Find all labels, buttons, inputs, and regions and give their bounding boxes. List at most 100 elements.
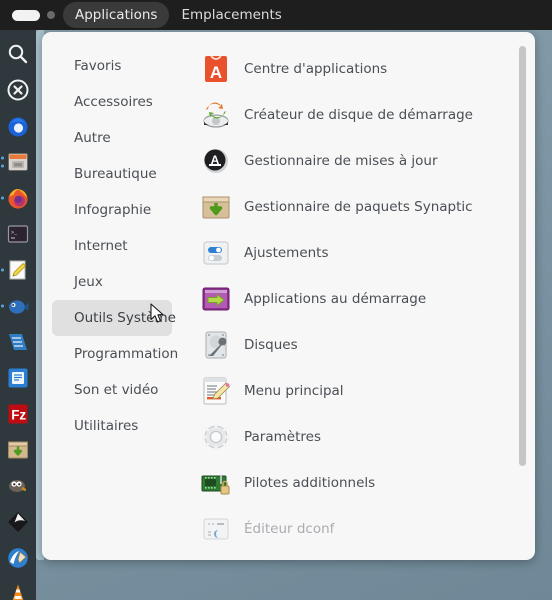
category-label: Favoris (74, 58, 122, 74)
category-autre[interactable]: Autre (52, 120, 172, 156)
menu-scrollbar-thumb[interactable] (519, 46, 526, 466)
app-item-pilotes-additionnels[interactable]: Pilotes additionnels (192, 460, 535, 506)
app-item-disques[interactable]: Disques (192, 322, 535, 368)
top-panel: Applications Emplacements (0, 0, 552, 30)
usb-creator-icon (203, 102, 229, 128)
filezilla-icon: Fz (8, 404, 28, 424)
svg-text:A: A (210, 63, 222, 82)
dock-item-filezilla[interactable]: Fz (0, 396, 36, 432)
disks-icon (205, 331, 227, 359)
app-label: Disques (244, 337, 298, 353)
window-pill-icon[interactable] (12, 9, 40, 21)
dock-item-files[interactable] (0, 144, 36, 180)
app-item-centre-applications[interactable]: A Centre d'applications (192, 46, 535, 92)
app-label: Menu principal (244, 383, 344, 399)
app-label: Éditeur dconf (244, 521, 335, 537)
dock-item-text-editor[interactable] (0, 252, 36, 288)
app-label: Pilotes additionnels (244, 475, 376, 491)
dock-item-terminal[interactable]: >_ (0, 216, 36, 252)
update-manager-icon: A (204, 149, 228, 173)
menu-card: Favoris Accessoires Autre Bureautique In… (42, 32, 535, 560)
app-item-synaptic[interactable]: Gestionnaire de paquets Synaptic (192, 184, 535, 230)
category-bureautique[interactable]: Bureautique (52, 156, 172, 192)
category-label: Bureautique (74, 166, 157, 182)
running-indicator-dot (1, 196, 4, 200)
mouse-cursor (150, 303, 164, 323)
dock-item-blue-document[interactable] (0, 324, 36, 360)
category-internet[interactable]: Internet (52, 228, 172, 264)
category-utilitaires[interactable]: Utilitaires (52, 408, 172, 444)
additional-drivers-icon (201, 475, 230, 495)
category-label: Jeux (74, 274, 103, 290)
category-label: Programmation (74, 346, 179, 362)
dock-item-close[interactable] (0, 72, 36, 108)
app-label: Paramètres (244, 429, 321, 445)
dock-item-writer[interactable] (0, 360, 36, 396)
dock-item-inkscape[interactable] (0, 504, 36, 540)
running-indicator-dot (1, 156, 4, 160)
gimp-icon (9, 480, 27, 492)
dock-item-fish-app[interactable] (0, 288, 36, 324)
category-programmation[interactable]: Programmation (52, 336, 178, 372)
category-jeux[interactable]: Jeux (52, 264, 172, 300)
panel-menu-applications[interactable]: Applications (63, 1, 170, 29)
dock-item-gimp[interactable] (0, 468, 36, 504)
window-dot-icon[interactable] (47, 11, 55, 19)
app-label: Gestionnaire de paquets Synaptic (244, 199, 473, 215)
dock-item-vlc[interactable] (0, 576, 36, 600)
dock-item-search[interactable] (0, 36, 36, 72)
dock-item-firefox[interactable] (0, 180, 36, 216)
category-label: Accessoires (74, 94, 153, 110)
category-label: Internet (74, 238, 128, 254)
app-item-menu-principal[interactable]: Menu principal (192, 368, 535, 414)
menu-category-list: Favoris Accessoires Autre Bureautique In… (42, 32, 184, 560)
writer-document-icon (8, 368, 28, 388)
app-label: Gestionnaire de mises à jour (244, 153, 438, 169)
app-item-editeur-dconf[interactable]: Éditeur dconf (192, 506, 535, 552)
app-item-createur-disque-demarrage[interactable]: Créateur de disque de démarrage (192, 92, 535, 138)
dconf-editor-icon (203, 518, 229, 540)
category-label: Son et vidéo (74, 382, 159, 398)
inkscape-icon (8, 512, 28, 532)
category-son-et-video[interactable]: Son et vidéo (52, 372, 172, 408)
text-editor-icon (9, 260, 27, 280)
blue-document-icon (9, 334, 27, 350)
app-item-parametres[interactable]: Paramètres (192, 414, 535, 460)
blue-sphere-icon (8, 117, 28, 137)
app-center-icon: A (205, 55, 227, 82)
svg-text:>_: >_ (11, 230, 18, 236)
dock-item-browser[interactable] (0, 108, 36, 144)
category-label: Autre (74, 130, 111, 146)
app-label: Centre d'applications (244, 61, 388, 77)
dock-item-package-installer[interactable] (0, 432, 36, 468)
settings-gear-icon (202, 423, 230, 451)
category-label: Utilitaires (74, 418, 139, 434)
dock-item-krita[interactable] (0, 540, 36, 576)
firefox-icon (8, 189, 28, 209)
file-manager-icon (8, 153, 28, 171)
category-label: Infographie (74, 202, 152, 218)
category-infographie[interactable]: Infographie (52, 192, 172, 228)
app-item-gestionnaire-mises-a-jour[interactable]: A Gestionnaire de mises à jour (192, 138, 535, 184)
app-item-applications-au-demarrage[interactable]: Applications au démarrage (192, 276, 535, 322)
desktop-screen: Applications Emplacements >_ Fz Favoris … (0, 0, 552, 600)
running-indicator-dot (1, 304, 4, 308)
window-indicator-group[interactable] (0, 9, 63, 21)
application-dock: >_ Fz (0, 30, 36, 600)
synaptic-icon (202, 196, 230, 219)
package-install-icon (8, 441, 28, 459)
app-label: Applications au démarrage (244, 291, 427, 307)
category-accessoires[interactable]: Accessoires (52, 84, 172, 120)
running-indicator-dot (1, 164, 4, 168)
close-circle-icon (7, 79, 29, 101)
search-icon (8, 44, 28, 64)
app-item-ajustements[interactable]: Ajustements (192, 230, 535, 276)
panel-menu-places[interactable]: Emplacements (169, 2, 293, 28)
svg-text:Fz: Fz (11, 408, 26, 423)
menu-scrollbar-track[interactable] (518, 46, 527, 546)
startup-apps-icon (202, 287, 230, 311)
running-indicator-dot (1, 268, 4, 272)
menu-application-list: A Centre d'applications Créateur de disq… (184, 32, 535, 560)
vlc-cone-icon (12, 584, 24, 600)
category-favoris[interactable]: Favoris (52, 48, 172, 84)
